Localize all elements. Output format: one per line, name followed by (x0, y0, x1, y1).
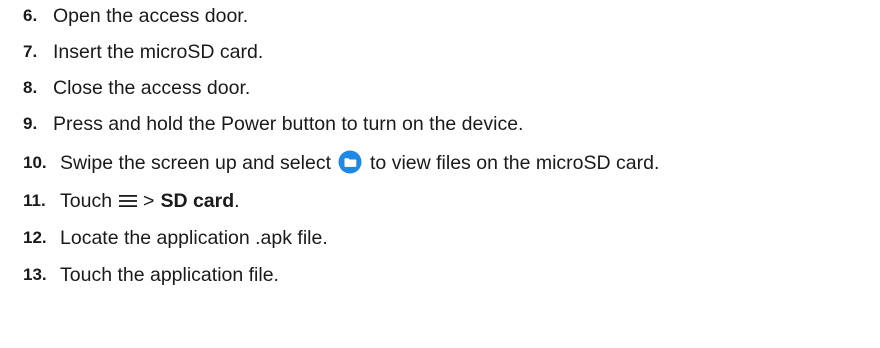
step-11: 11. Touch > SD card . (0, 186, 240, 216)
step-bold-text: SD card (160, 189, 235, 212)
step-separator: > (143, 189, 155, 212)
step-number: 12. (23, 228, 47, 247)
step-text: Insert the microSD card. (53, 40, 264, 63)
step-8: 8. Close the access door. (0, 73, 250, 103)
step-number: 8. (23, 78, 38, 97)
instruction-steps: 6. Open the access door. 7. Insert the m… (0, 0, 880, 348)
step-text-before: Touch (60, 189, 113, 212)
menu-icon (118, 192, 138, 208)
step-number: 10. (23, 153, 47, 172)
step-text-before: Swipe the screen up and select (60, 151, 332, 174)
files-folder-icon (338, 150, 362, 174)
step-7: 7. Insert the microSD card. (0, 37, 263, 67)
step-text: Locate the application .apk file. (60, 226, 328, 249)
step-text: Press and hold the Power button to turn … (53, 112, 524, 135)
step-number: 7. (23, 42, 38, 61)
step-number: 6. (23, 6, 38, 25)
step-number: 9. (23, 114, 38, 133)
step-13: 13. Touch the application file. (0, 260, 279, 290)
step-6: 6. Open the access door. (0, 1, 248, 31)
step-text: Touch the application file. (60, 263, 279, 286)
step-12: 12. Locate the application .apk file. (0, 223, 328, 253)
step-text-after: . (234, 189, 240, 212)
step-number: 13. (23, 265, 47, 284)
step-number: 11. (23, 191, 46, 210)
step-text-after: to view files on the microSD card. (370, 151, 660, 174)
step-text: Open the access door. (53, 4, 249, 27)
step-10: 10. Swipe the screen up and select to vi… (0, 148, 659, 178)
step-9: 9. Press and hold the Power button to tu… (0, 109, 523, 139)
step-text: Close the access door. (53, 76, 251, 99)
